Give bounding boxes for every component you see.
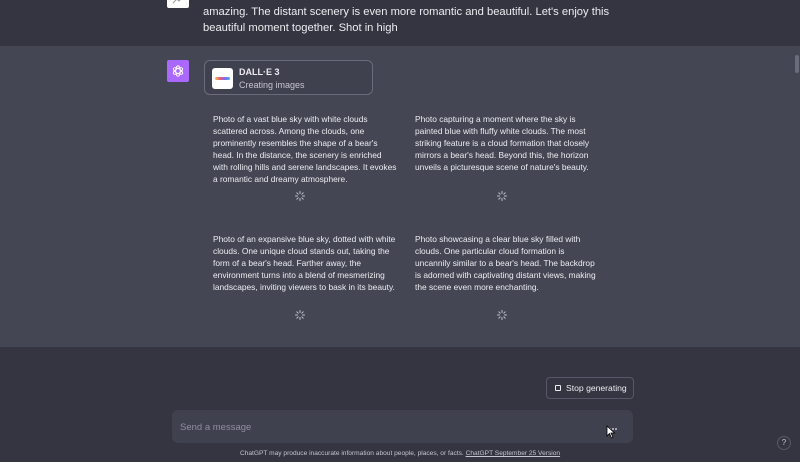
dalle-tool-status: Creating images <box>239 80 305 90</box>
image-prompt-3: Photo of an expansive blue sky, dotted w… <box>213 234 396 293</box>
image-prompt-1: Photo of a vast blue sky with white clou… <box>213 114 397 185</box>
stop-generating-label: Stop generating <box>566 383 627 393</box>
help-button[interactable]: ? <box>777 436 791 450</box>
scrollbar-thumb[interactable] <box>795 55 799 73</box>
dalle-tool-title: DALL·E 3 <box>239 67 280 77</box>
footer-disclaimer: ChatGPT may produce inaccurate informati… <box>0 450 800 457</box>
openai-logo-icon <box>167 60 189 82</box>
user-message: amazing. The distant scenery is even mor… <box>0 0 800 46</box>
stop-square-icon <box>555 385 561 391</box>
mouse-pointer-icon <box>606 425 616 439</box>
loading-spinner-icon <box>497 310 507 320</box>
image-prompt-2: Photo capturing a moment where the sky i… <box>415 114 590 173</box>
user-message-text: amazing. The distant scenery is even mor… <box>203 6 610 34</box>
disclaimer-text: ChatGPT may produce inaccurate informati… <box>239 450 464 457</box>
assistant-message: DALL·E 3 Creating images Photo of a vast… <box>0 46 800 347</box>
loading-spinner-icon <box>295 310 305 320</box>
stop-generating-button[interactable]: Stop generating <box>546 377 634 399</box>
message-input[interactable] <box>180 419 600 435</box>
loading-spinner-icon <box>497 191 507 201</box>
user-avatar-icon <box>167 0 189 8</box>
message-composer <box>172 410 633 443</box>
version-link[interactable]: ChatGPT September 25 Version <box>466 450 560 457</box>
dalle-tool-card[interactable]: DALL·E 3 Creating images <box>204 60 373 95</box>
dalle-logo-icon <box>212 68 233 89</box>
image-prompt-4: Photo showcasing a clear blue sky filled… <box>415 234 596 293</box>
loading-spinner-icon <box>295 191 305 201</box>
